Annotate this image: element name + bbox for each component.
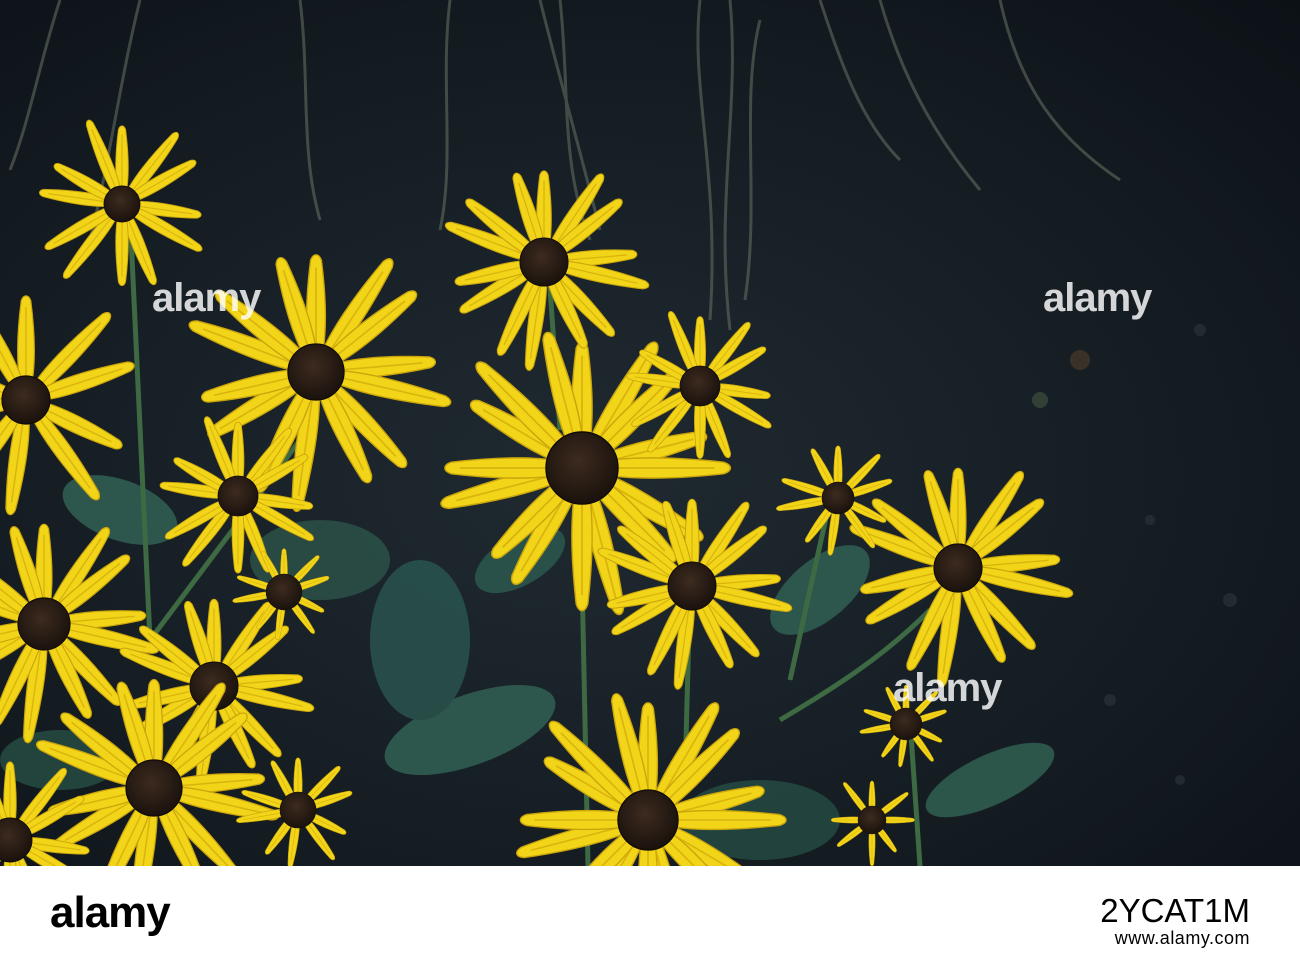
- footer-strip: alamy 2YCAT1M www.alamy.com: [0, 866, 1300, 956]
- watermark: alamy: [1043, 276, 1152, 320]
- stock-photo: [0, 0, 1300, 866]
- image-code: 2YCAT1M: [1100, 892, 1250, 929]
- site-url: www.alamy.com: [1114, 928, 1250, 948]
- watermark: alamy: [893, 666, 1002, 710]
- brand-logo: alamy: [50, 888, 171, 937]
- watermark: alamy: [152, 276, 261, 320]
